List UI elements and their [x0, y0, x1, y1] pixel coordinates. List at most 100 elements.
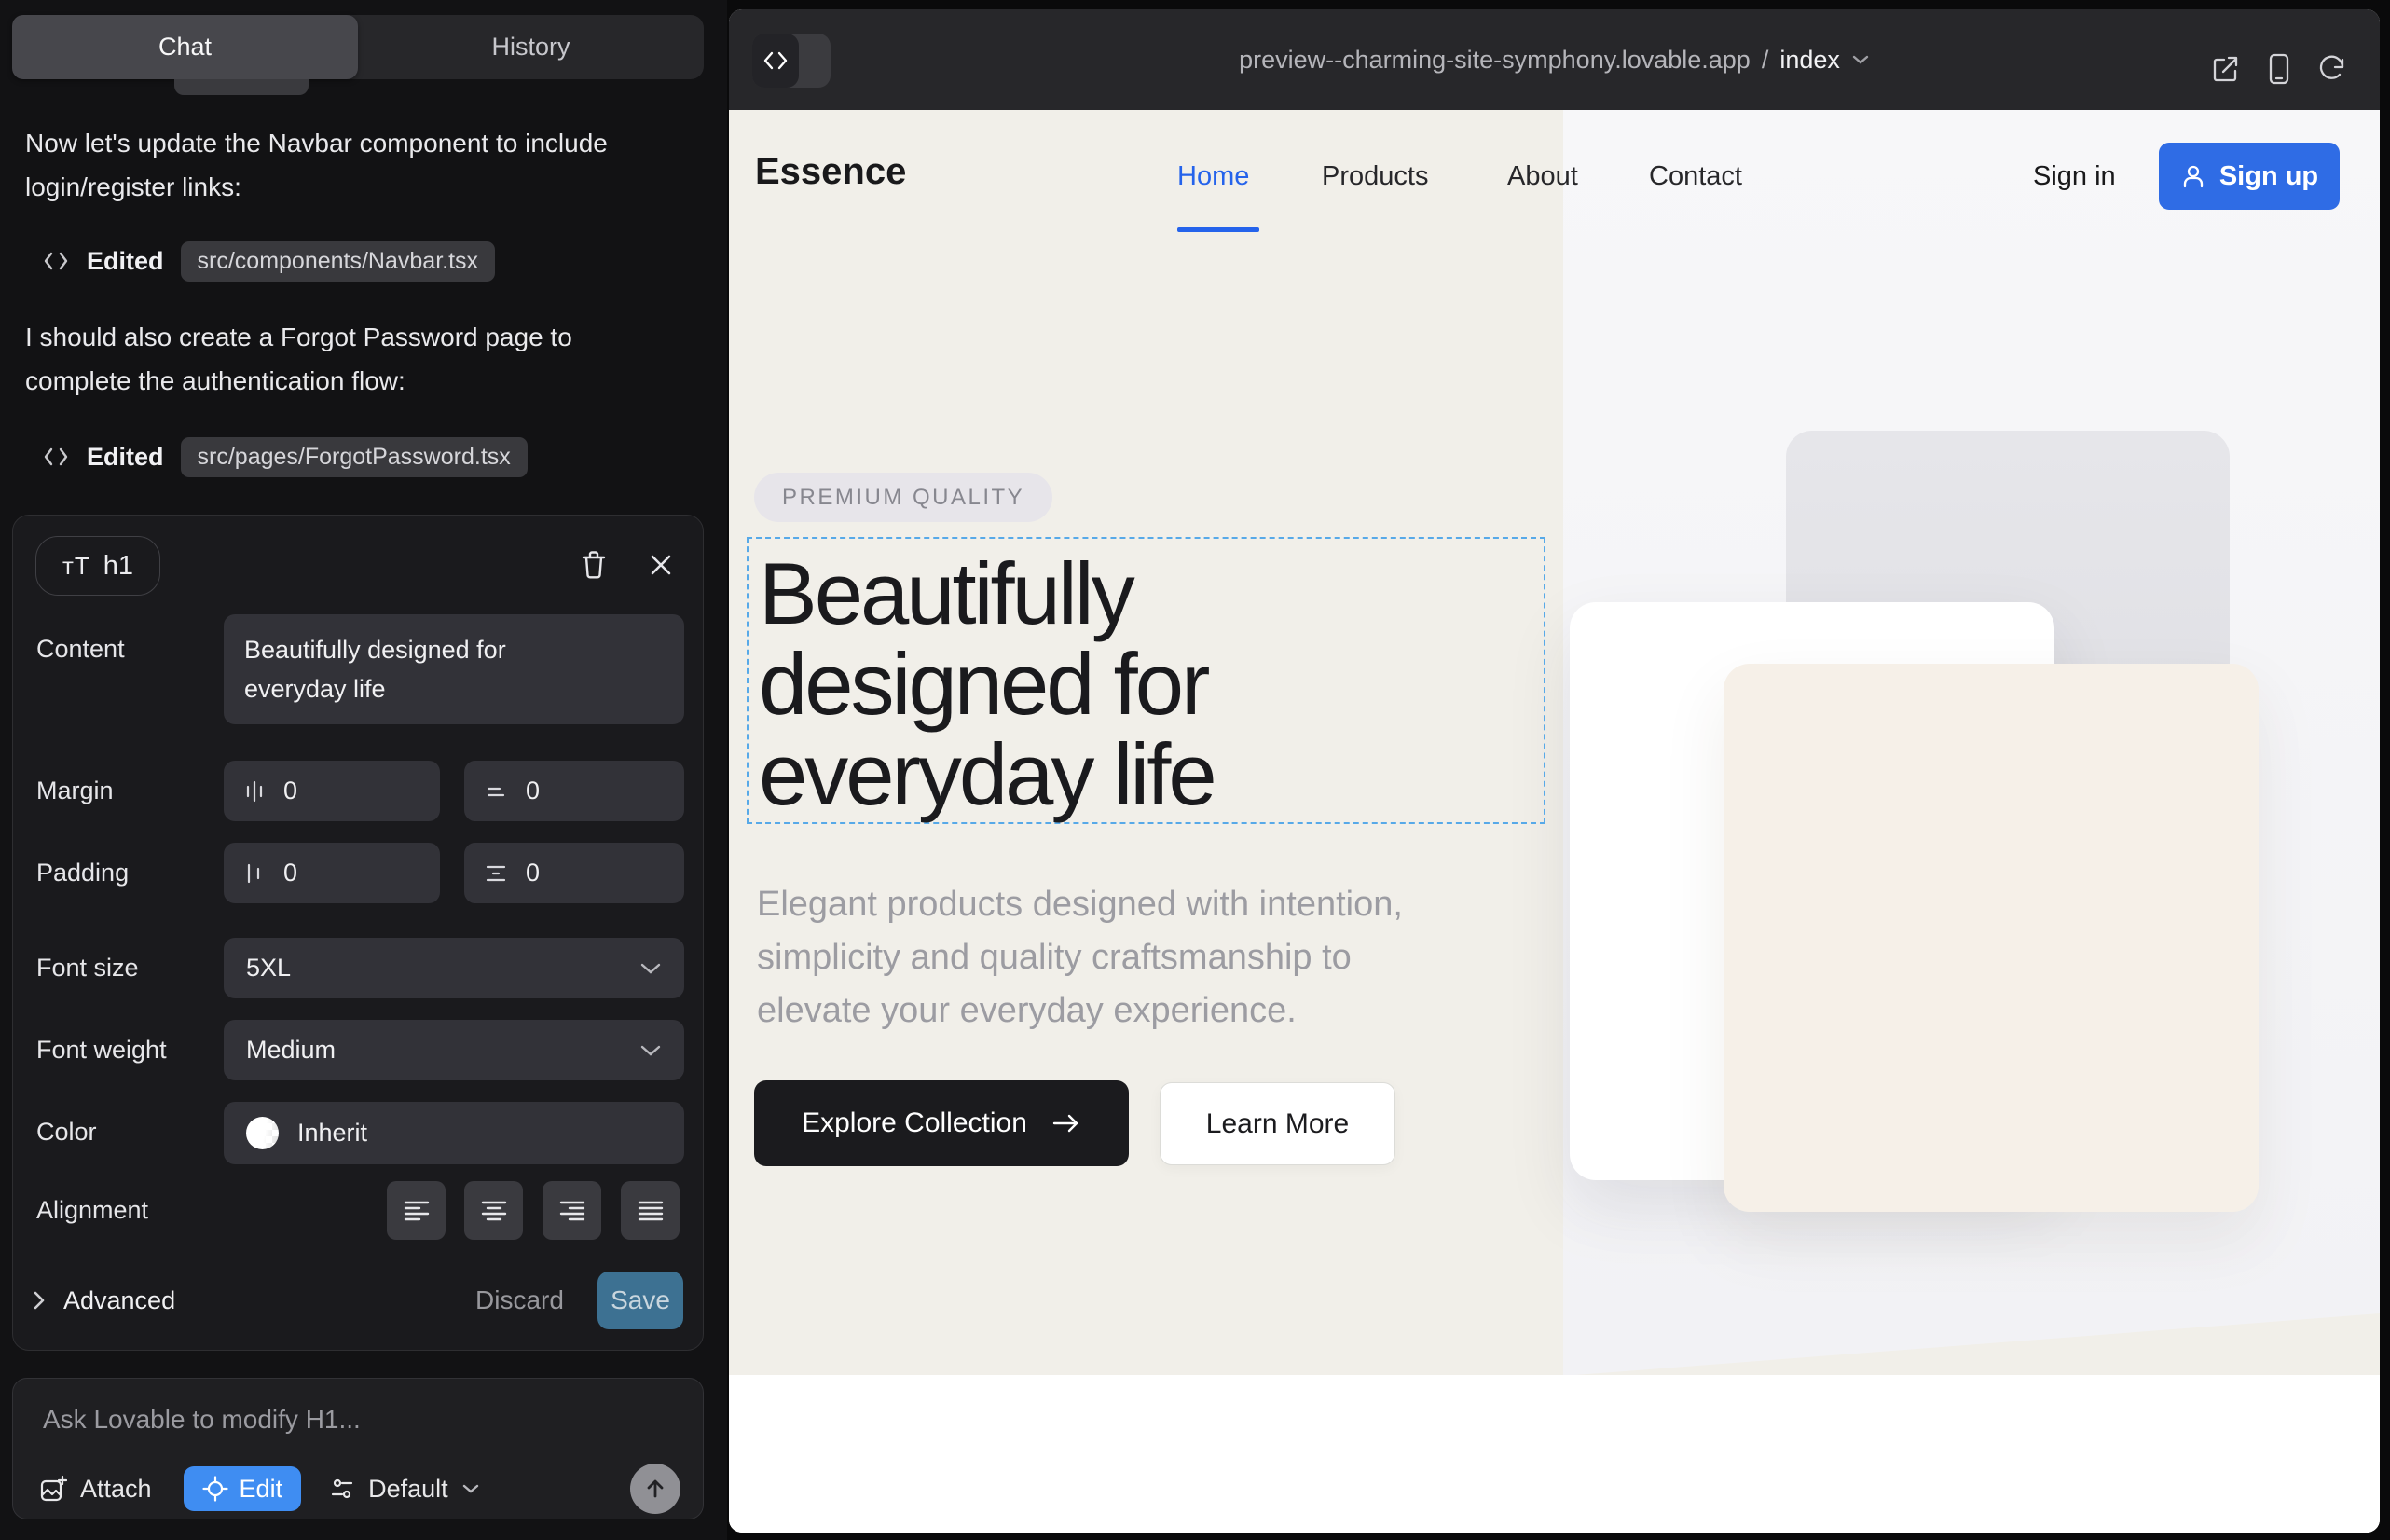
refresh-button[interactable] [2315, 52, 2349, 86]
color-swatch-icon [246, 1117, 279, 1149]
margin-vertical-icon [485, 779, 507, 804]
sign-in-link[interactable]: Sign in [2033, 161, 2116, 192]
arrow-right-icon [1051, 1112, 1081, 1134]
discard-button[interactable]: Discard [475, 1272, 564, 1329]
tab-history[interactable]: History [358, 15, 704, 79]
attach-label: Attach [80, 1475, 152, 1504]
send-button[interactable] [630, 1464, 680, 1514]
mode-label: Default [368, 1475, 448, 1504]
edit-label: Edit [240, 1475, 283, 1504]
margin-x-input[interactable]: 0 [224, 761, 440, 821]
tab-chat[interactable]: Chat [12, 15, 358, 79]
attach-button[interactable]: Attach [39, 1475, 152, 1504]
edit-mode-pill[interactable]: Edit [184, 1466, 302, 1511]
delete-element-button[interactable] [572, 543, 615, 586]
font-size-select[interactable]: 5XL [224, 938, 684, 998]
padding-vertical-icon [485, 861, 507, 886]
padding-x-value: 0 [283, 859, 297, 887]
code-icon [752, 34, 799, 88]
code-icon [42, 249, 70, 273]
align-center-button[interactable] [464, 1181, 523, 1240]
edited-file-row: Edited src/components/Navbar.tsx [42, 241, 495, 282]
prompt-input[interactable]: Ask Lovable to modify H1... [43, 1405, 361, 1435]
explore-collection-button[interactable]: Explore Collection [754, 1080, 1129, 1166]
crosshair-icon [202, 1476, 228, 1502]
align-justify-icon [637, 1199, 665, 1223]
close-icon [647, 551, 675, 579]
nav-link-products[interactable]: Products [1322, 161, 1428, 192]
url-separator: / [1762, 46, 1769, 75]
align-center-icon [480, 1199, 508, 1223]
hero-paragraph-line: elevate your everyday experience. [757, 984, 1403, 1038]
padding-horizontal-icon [244, 861, 265, 886]
content-label: Content [36, 635, 125, 664]
hero-paragraph: Elegant products designed with intention… [757, 878, 1403, 1038]
open-in-new-tab-button[interactable] [2209, 52, 2243, 86]
font-weight-value: Medium [246, 1036, 336, 1065]
nav-link-contact[interactable]: Contact [1649, 161, 1742, 192]
model-mode-dropdown[interactable]: Default [329, 1475, 480, 1504]
sign-up-button[interactable]: Sign up [2159, 143, 2340, 210]
trash-icon [579, 549, 609, 581]
close-inspector-button[interactable] [639, 543, 682, 586]
edited-label: Edited [87, 247, 164, 276]
font-size-value: 5XL [246, 954, 291, 983]
refresh-icon [2317, 54, 2347, 84]
next-section-background [729, 1375, 2380, 1533]
margin-y-input[interactable]: 0 [464, 761, 684, 821]
selected-element-tag-pill: ᴛT h1 [35, 536, 160, 596]
element-inspector-panel: ᴛT h1 Content Beautifully designed for e… [12, 515, 704, 1351]
save-button[interactable]: Save [598, 1272, 683, 1329]
arrow-up-icon [643, 1477, 667, 1501]
browser-preview-window: preview--charming-site-symphony.lovable.… [729, 9, 2380, 1533]
advanced-toggle[interactable]: Advanced [32, 1272, 175, 1329]
chevron-down-icon [639, 1044, 662, 1057]
padding-y-input[interactable]: 0 [464, 843, 684, 903]
chevron-down-icon [461, 1483, 480, 1494]
padding-label: Padding [36, 859, 129, 887]
composer-toolbar: Attach Edit [39, 1464, 680, 1513]
assistant-message: Now let's update the Navbar component to… [25, 121, 668, 209]
hero-paragraph-line: Elegant products designed with intention… [757, 878, 1403, 931]
learn-more-button[interactable]: Learn More [1160, 1082, 1395, 1165]
file-chip[interactable]: src/components/Navbar.tsx [181, 241, 496, 282]
nav-link-home[interactable]: Home [1177, 161, 1249, 192]
file-chip[interactable]: src/pages/ForgotPassword.tsx [181, 437, 528, 477]
content-textarea[interactable]: Beautifully designed for everyday life [224, 614, 684, 724]
chevron-right-icon [32, 1289, 47, 1312]
mobile-preview-button[interactable] [2262, 52, 2296, 86]
align-left-button[interactable] [387, 1181, 446, 1240]
nav-home-active-underline [1177, 227, 1259, 232]
content-value: Beautifully designed for everyday life [244, 630, 580, 708]
code-icon [42, 445, 70, 469]
element-tag-label: h1 [103, 551, 133, 582]
edited-file-row: Edited src/pages/ForgotPassword.tsx [42, 436, 528, 477]
chevron-down-icon[interactable] [1851, 54, 1870, 65]
font-size-label: Font size [36, 954, 139, 983]
align-right-icon [558, 1199, 586, 1223]
nav-link-about[interactable]: About [1507, 161, 1578, 192]
url-bar[interactable]: preview--charming-site-symphony.lovable.… [729, 9, 2380, 110]
color-select[interactable]: Inherit [224, 1102, 684, 1164]
url-domain: preview--charming-site-symphony.lovable.… [1239, 46, 1751, 75]
site-logo[interactable]: Essence [755, 151, 906, 193]
chevron-down-icon [639, 962, 662, 975]
premium-quality-badge: PREMIUM QUALITY [754, 473, 1052, 522]
hero-headline-line: designed for [759, 639, 1215, 729]
edited-label: Edited [87, 443, 164, 472]
align-right-button[interactable] [543, 1181, 601, 1240]
user-icon [2180, 163, 2206, 189]
hero-headline[interactable]: Beautifully designed for everyday life [759, 548, 1215, 819]
site-canvas: Essence Home Products About Contact Sign… [729, 110, 2380, 1533]
code-view-toggle[interactable] [752, 34, 831, 88]
typography-icon: ᴛT [62, 552, 90, 581]
preview-chrome-bar: preview--charming-site-symphony.lovable.… [729, 9, 2380, 110]
align-left-icon [403, 1199, 431, 1223]
lovable-left-panel: Chat History Now let's update the Navbar… [0, 0, 727, 1540]
decorative-cream-card [1724, 664, 2259, 1212]
attach-image-icon [39, 1475, 67, 1503]
align-justify-button[interactable] [621, 1181, 680, 1240]
color-value: Inherit [297, 1119, 367, 1148]
font-weight-select[interactable]: Medium [224, 1020, 684, 1080]
padding-x-input[interactable]: 0 [224, 843, 440, 903]
